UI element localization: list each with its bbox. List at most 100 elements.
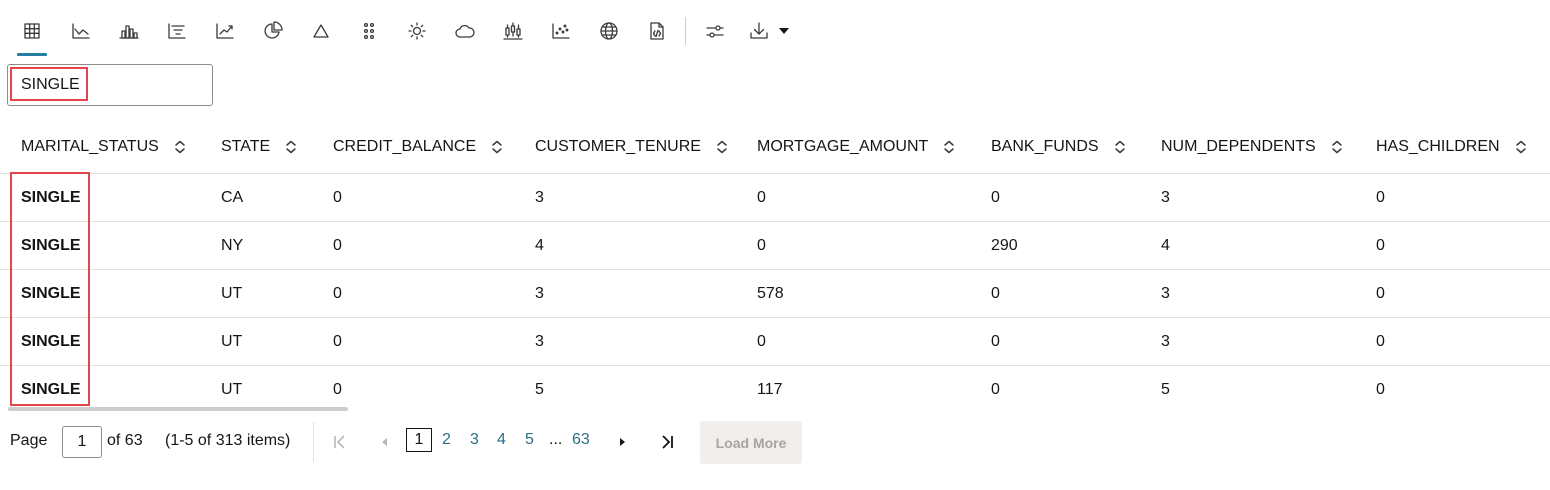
horizontal-scrollbar[interactable] bbox=[8, 407, 348, 411]
cell-customer-tenure: 4 bbox=[535, 236, 544, 254]
table-row[interactable]: SINGLE UT 0 3 578 0 3 0 bbox=[0, 270, 1550, 318]
cell-mortgage-amount: 578 bbox=[757, 284, 784, 302]
column-header-state[interactable]: STATE bbox=[221, 120, 297, 173]
sort-icon[interactable] bbox=[1515, 140, 1527, 154]
cell-has-children: 0 bbox=[1376, 284, 1385, 302]
column-header-mortgage-amount[interactable]: MORTGAGE_AMOUNT bbox=[757, 120, 955, 173]
bar-chart-icon[interactable] bbox=[112, 14, 146, 48]
scatter-chart-icon[interactable] bbox=[544, 14, 578, 48]
cell-customer-tenure: 3 bbox=[535, 284, 544, 302]
cell-num-dependents: 3 bbox=[1161, 332, 1170, 350]
visualization-toolbar bbox=[0, 0, 820, 58]
cell-marital-status: SINGLE bbox=[21, 188, 81, 206]
page-label: Page bbox=[10, 432, 48, 449]
cell-credit-balance: 0 bbox=[333, 188, 342, 206]
cell-num-dependents: 3 bbox=[1161, 188, 1170, 206]
page-button-63[interactable]: 63 bbox=[572, 431, 590, 449]
sort-icon[interactable] bbox=[716, 140, 728, 154]
cell-marital-status: SINGLE bbox=[21, 236, 81, 254]
table-icon[interactable] bbox=[15, 14, 49, 56]
sort-icon[interactable] bbox=[491, 140, 503, 154]
next-page-icon[interactable] bbox=[613, 430, 633, 454]
cell-customer-tenure: 3 bbox=[535, 332, 544, 350]
first-page-icon[interactable] bbox=[330, 430, 350, 454]
column-header-credit-balance[interactable]: CREDIT_BALANCE bbox=[333, 120, 503, 173]
sort-icon[interactable] bbox=[943, 140, 955, 154]
cell-num-dependents: 3 bbox=[1161, 284, 1170, 302]
dot-grid-icon[interactable] bbox=[352, 14, 386, 48]
globe-icon[interactable] bbox=[592, 14, 626, 48]
cell-state: NY bbox=[221, 236, 244, 254]
page-button-4[interactable]: 4 bbox=[497, 431, 506, 449]
cell-has-children: 0 bbox=[1376, 380, 1385, 398]
funnel-icon[interactable] bbox=[160, 14, 194, 48]
cell-state: UT bbox=[221, 284, 243, 302]
page-button-3[interactable]: 3 bbox=[470, 431, 479, 449]
download-menu-chevron-down-icon[interactable] bbox=[779, 28, 789, 34]
cell-bank-funds: 0 bbox=[991, 332, 1000, 350]
sun-icon[interactable] bbox=[400, 14, 434, 48]
line-chart-icon[interactable] bbox=[64, 14, 98, 48]
code-file-icon[interactable] bbox=[640, 14, 674, 48]
cell-mortgage-amount: 0 bbox=[757, 188, 766, 206]
cell-marital-status: SINGLE bbox=[21, 332, 81, 350]
cell-mortgage-amount: 0 bbox=[757, 332, 766, 350]
cell-state: UT bbox=[221, 332, 243, 350]
cell-has-children: 0 bbox=[1376, 236, 1385, 254]
column-header-marital-status[interactable]: MARITAL_STATUS bbox=[21, 120, 186, 173]
page-button-5[interactable]: 5 bbox=[525, 431, 534, 449]
triangle-icon[interactable] bbox=[304, 14, 338, 48]
cell-customer-tenure: 5 bbox=[535, 380, 544, 398]
pie-chart-icon[interactable] bbox=[256, 14, 290, 48]
cell-num-dependents: 4 bbox=[1161, 236, 1170, 254]
cell-credit-balance: 0 bbox=[333, 380, 342, 398]
column-header-num-dependents[interactable]: NUM_DEPENDENTS bbox=[1161, 120, 1343, 173]
items-range-label: (1-5 of 313 items) bbox=[165, 432, 291, 449]
page-button-1[interactable]: 1 bbox=[406, 428, 432, 452]
table-row[interactable]: SINGLE UT 0 3 0 0 3 0 bbox=[0, 318, 1550, 366]
previous-page-icon[interactable] bbox=[374, 430, 394, 454]
sort-icon[interactable] bbox=[1331, 140, 1343, 154]
table-row[interactable]: SINGLE CA 0 3 0 0 3 0 bbox=[0, 174, 1550, 222]
cloud-icon[interactable] bbox=[448, 14, 482, 48]
last-page-icon[interactable] bbox=[657, 430, 677, 454]
column-header-bank-funds[interactable]: BANK_FUNDS bbox=[991, 120, 1126, 173]
page-count-label: of 63 bbox=[107, 432, 143, 449]
table-row[interactable]: SINGLE NY 0 4 0 290 4 0 bbox=[0, 222, 1550, 270]
pagination-bar: Page of 63 (1-5 of 313 items) 1 2 3 4 5 … bbox=[0, 418, 820, 468]
toolbar-divider bbox=[685, 17, 686, 45]
cell-bank-funds: 0 bbox=[991, 284, 1000, 302]
search-field[interactable] bbox=[7, 64, 213, 106]
load-more-button[interactable]: Load More bbox=[700, 421, 802, 464]
sort-icon[interactable] bbox=[174, 140, 186, 154]
table-header-row: MARITAL_STATUS STATE CREDIT_BALANCE CUST… bbox=[0, 120, 1550, 174]
column-header-customer-tenure[interactable]: CUSTOMER_TENURE bbox=[535, 120, 728, 173]
table-row[interactable]: SINGLE UT 0 5 117 0 5 0 bbox=[0, 366, 1550, 413]
cell-mortgage-amount: 117 bbox=[757, 380, 783, 398]
sort-icon[interactable] bbox=[285, 140, 297, 154]
settings-sliders-icon[interactable] bbox=[698, 14, 732, 48]
trend-chart-icon[interactable] bbox=[208, 14, 242, 48]
cell-state: CA bbox=[221, 188, 244, 206]
cell-has-children: 0 bbox=[1376, 332, 1385, 350]
cell-has-children: 0 bbox=[1376, 188, 1385, 206]
page-button-2[interactable]: 2 bbox=[442, 431, 451, 449]
column-header-has-children[interactable]: HAS_CHILDREN bbox=[1376, 120, 1527, 173]
cell-bank-funds: 0 bbox=[991, 188, 1000, 206]
cell-state: UT bbox=[221, 380, 243, 398]
cell-customer-tenure: 3 bbox=[535, 188, 544, 206]
box-plot-icon[interactable] bbox=[496, 14, 530, 48]
cell-credit-balance: 0 bbox=[333, 284, 342, 302]
cell-bank-funds: 0 bbox=[991, 380, 1000, 398]
cell-num-dependents: 5 bbox=[1161, 380, 1170, 398]
cell-credit-balance: 0 bbox=[333, 332, 342, 350]
cell-marital-status: SINGLE bbox=[21, 284, 81, 302]
page-number-input[interactable] bbox=[62, 426, 102, 458]
download-icon[interactable] bbox=[742, 14, 776, 48]
cell-bank-funds: 290 bbox=[991, 236, 1018, 254]
search-input[interactable] bbox=[9, 66, 209, 104]
sort-icon[interactable] bbox=[1114, 140, 1126, 154]
cell-credit-balance: 0 bbox=[333, 236, 342, 254]
cell-marital-status: SINGLE bbox=[21, 380, 81, 398]
cell-mortgage-amount: 0 bbox=[757, 236, 766, 254]
